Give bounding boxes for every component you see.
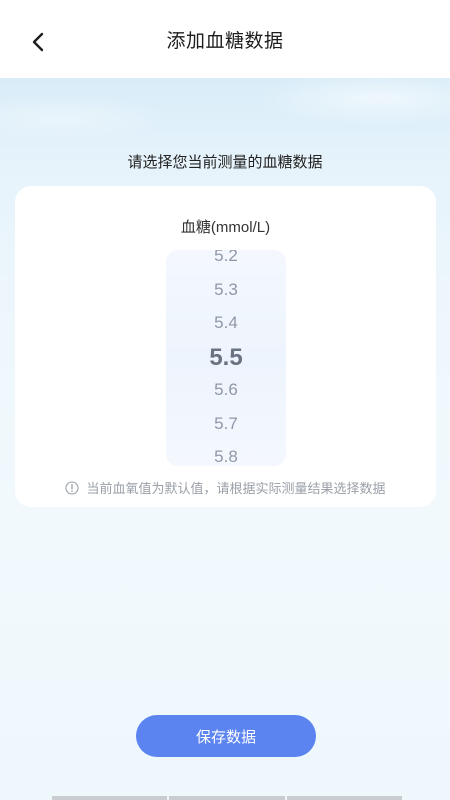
save-button[interactable]: 保存数据 [136, 715, 316, 757]
nav-segment [169, 796, 285, 800]
bottom-nav-bar [52, 796, 402, 800]
picker-option[interactable]: 5.6 [166, 380, 286, 400]
instruction-text: 请选择您当前测量的血糖数据 [127, 154, 323, 171]
picker-option[interactable]: 5.4 [166, 313, 286, 333]
picker-option[interactable]: 5.3 [166, 280, 286, 300]
nav-segment [286, 796, 402, 800]
note-text: 当前血氧值为默认值，请根据实际测量结果选择数据 [86, 481, 386, 496]
back-button[interactable] [22, 24, 54, 60]
picker-option[interactable]: 5.8 [166, 447, 286, 466]
nav-segment [52, 796, 168, 800]
picker-option[interactable]: 5.2 [166, 250, 286, 266]
picker-option[interactable]: 5.7 [166, 414, 286, 434]
default-value-note: 当前血氧值为默认值，请根据实际测量结果选择数据 [15, 478, 436, 497]
chevron-left-icon [32, 32, 44, 52]
blood-sugar-picker[interactable]: 5.2 5.3 5.4 5.5 5.6 5.7 5.8 [166, 250, 286, 466]
unit-label: 血糖(mmol/L) [180, 219, 271, 236]
page-title: 添加血糖数据 [166, 29, 284, 52]
picker-selected-option[interactable]: 5.5 [166, 344, 286, 372]
info-icon [65, 480, 80, 495]
blood-sugar-card: 血糖(mmol/L) 5.2 5.3 5.4 5.5 5.6 5.7 5.8 当… [15, 186, 436, 507]
header-bar: 添加血糖数据 [0, 0, 450, 78]
